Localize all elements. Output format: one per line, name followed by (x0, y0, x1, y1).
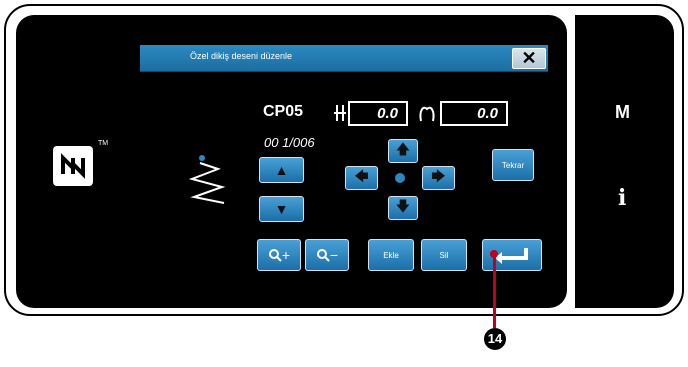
repeat-button[interactable]: Tekrar (492, 149, 534, 181)
move-up-button[interactable]: 🡅 (388, 139, 418, 163)
callout-leader-line (493, 252, 496, 328)
pattern-number: CP05 (263, 103, 304, 120)
mode-button[interactable]: M (615, 102, 630, 123)
magnifier-icon (316, 249, 330, 262)
triangle-down-icon: ▼ (274, 201, 289, 217)
zigzag-stitch-icon (188, 155, 226, 204)
delete-label: Sil (439, 250, 449, 260)
add-label: Ekle (383, 250, 399, 260)
arrow-down-icon: 🡇 (395, 198, 411, 214)
y-feed-icon (419, 106, 435, 122)
dialog-titlebar: Özel dikiş deseni düzenle ✕ (140, 45, 548, 72)
add-button[interactable]: Ekle (368, 239, 414, 271)
step-up-button[interactable]: ▲ (259, 157, 304, 183)
repeat-label: Tekrar (501, 160, 525, 170)
screen-bezel: TM Özel dikiş deseni düzenle ✕ CP05 0.0 … (16, 15, 567, 308)
panel-device: TM Özel dikiş deseni düzenle ✕ CP05 0.0 … (4, 4, 684, 316)
step-down-button[interactable]: ▼ (259, 196, 304, 222)
x-value-field[interactable]: 0.0 (348, 101, 408, 126)
move-down-button[interactable]: 🡇 (388, 196, 418, 220)
trademark-mark: TM (98, 140, 109, 147)
nfc-logo-icon (53, 146, 93, 186)
arrow-right-icon: 🡆 (431, 168, 446, 184)
delete-button[interactable]: Sil (421, 239, 467, 271)
arrow-up-icon: 🡅 (395, 141, 411, 157)
zoom-in-button[interactable]: + (257, 239, 301, 271)
callout-number: 14 (484, 328, 506, 350)
zoom-in-sign: + (281, 247, 291, 263)
side-panel (575, 15, 674, 308)
enter-arrow-icon (495, 248, 528, 264)
move-left-button[interactable]: 🡄 (345, 166, 378, 190)
magnifier-icon (268, 249, 282, 262)
touch-screen: Özel dikiş deseni düzenle ✕ CP05 0.0 0.0… (140, 45, 548, 275)
zoom-out-button[interactable]: − (305, 239, 349, 271)
x-feed-icon (334, 105, 346, 121)
dialog-title: Özel dikiş deseni düzenle (190, 51, 293, 61)
center-point-icon (395, 173, 405, 183)
move-right-button[interactable]: 🡆 (422, 166, 455, 190)
close-button[interactable]: ✕ (512, 48, 546, 69)
triangle-up-icon: ▲ (274, 162, 289, 178)
y-value-field[interactable]: 0.0 (440, 101, 508, 126)
arrow-left-icon: 🡄 (354, 168, 369, 184)
information-button[interactable]: i (618, 185, 626, 211)
zoom-out-sign: − (329, 247, 339, 263)
step-counter: 00 1/006 (264, 135, 315, 150)
